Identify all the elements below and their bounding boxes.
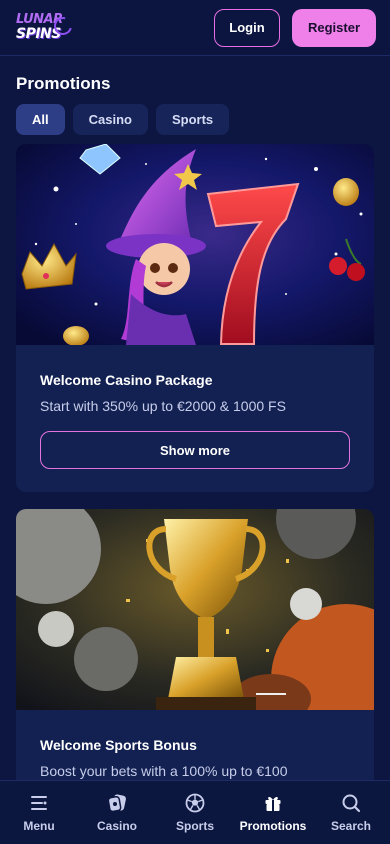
menu-icon: [31, 795, 47, 810]
top-header: LUNAR SPINS Login Register: [0, 0, 390, 56]
page-title: Promotions: [16, 74, 111, 93]
promotion-title: Welcome Sports Bonus: [40, 737, 197, 753]
wizard-girl-slot-7-icon: [16, 144, 374, 345]
nav-label: Casino: [96, 818, 137, 833]
promotion-title: Welcome Casino Package: [40, 372, 213, 388]
nav-label: Search: [330, 818, 372, 833]
nav-label: Sports: [175, 818, 214, 833]
bottom-navigation: Menu Casino Sports Promotions Search: [0, 780, 390, 844]
filter-all[interactable]: All: [16, 104, 65, 135]
promotion-description: Start with 350% up to €2000 & 1000 FS: [40, 398, 286, 414]
nav-label: Menu: [23, 818, 55, 833]
nav-search[interactable]: Search: [316, 793, 386, 833]
nav-casino[interactable]: Casino: [82, 793, 152, 833]
register-button[interactable]: Register: [292, 8, 376, 47]
filter-sports[interactable]: Sports: [155, 104, 230, 135]
login-button[interactable]: Login: [214, 8, 280, 47]
promotion-card-sports: Welcome Sports Bonus Boost your bets wit…: [16, 509, 374, 809]
nav-label: Promotions: [239, 818, 307, 833]
gift-icon: [265, 796, 281, 811]
filter-casino[interactable]: Casino: [72, 104, 148, 135]
promotion-description: Boost your bets with a 100% up to €100: [40, 763, 288, 779]
soccer-ball-icon: [185, 793, 205, 812]
golden-trophy-icon: [16, 509, 374, 710]
search-icon: [342, 794, 361, 812]
show-more-button[interactable]: Show more: [40, 431, 350, 469]
promotion-filters: All Casino Sports: [16, 104, 230, 135]
nav-menu[interactable]: Menu: [4, 793, 74, 833]
promotion-card-casino: Welcome Casino Package Start with 350% u…: [16, 144, 374, 492]
nav-promotions[interactable]: Promotions: [238, 793, 308, 833]
casino-chip-icon: [107, 793, 126, 812]
nav-sports[interactable]: Sports: [160, 793, 230, 833]
brand-logo[interactable]: LUNAR SPINS: [16, 11, 76, 45]
